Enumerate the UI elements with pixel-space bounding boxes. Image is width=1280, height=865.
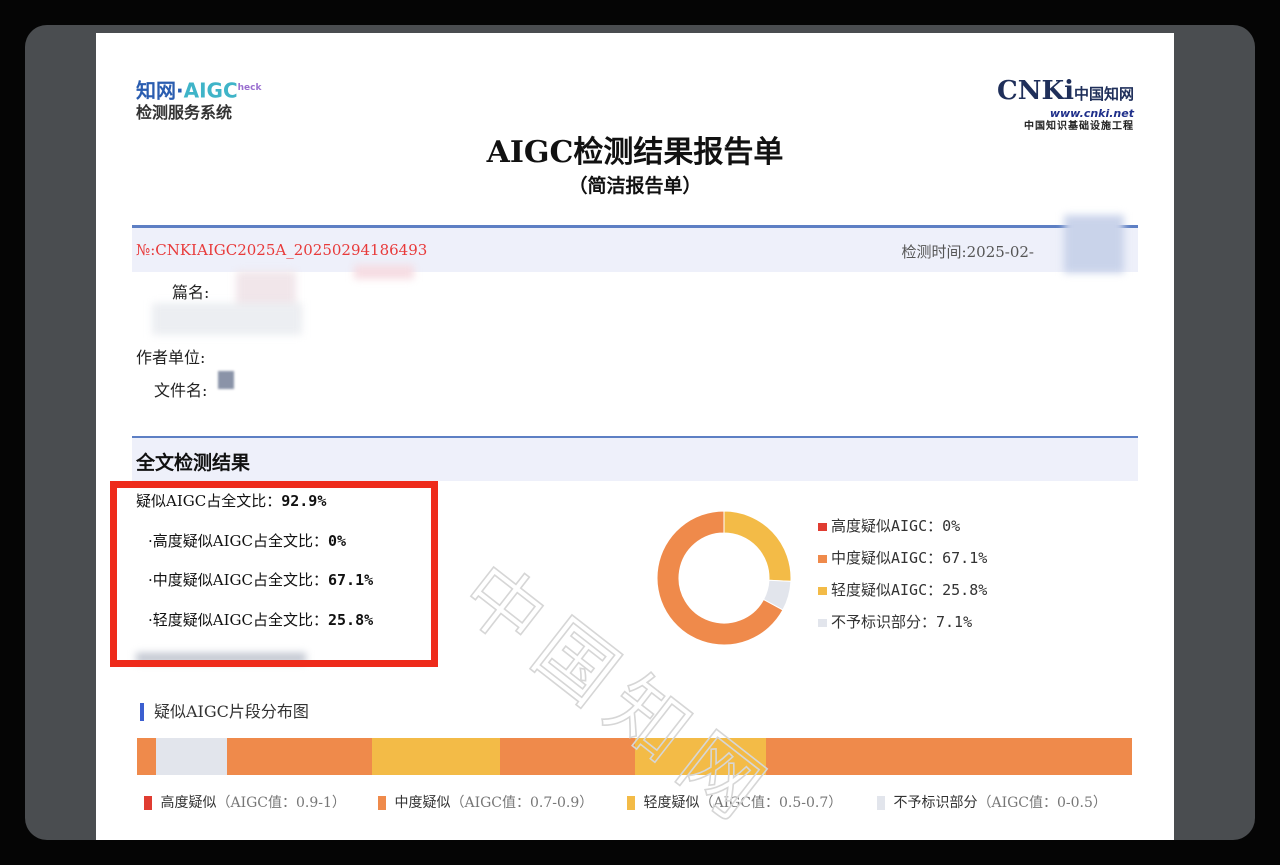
redacted-title-line2 (152, 303, 302, 335)
logo-check-text: heck (237, 83, 262, 93)
cnki-logo-mark: CNKi (997, 76, 1074, 106)
check-time: 检测时间:2025-02- (901, 243, 1034, 261)
legend-swatch-mid (818, 554, 827, 563)
bar-legend-range: （AIGC值：0.9-1） (216, 795, 346, 811)
legend-item-high: 高度疑似AIGC：0% (818, 515, 960, 536)
distribution-segment (227, 738, 372, 775)
bar-legend-name: 中度疑似 (394, 795, 451, 811)
legend-label-mid: 中度疑似AIGC：67.1% (831, 549, 988, 567)
bar-legend-swatch (877, 796, 885, 810)
report-title: AIGC检测结果报告单 (486, 135, 784, 170)
distribution-bar (137, 738, 1133, 775)
redacted-file-name (218, 371, 234, 389)
bar-legend-name: 不予标识部分 (893, 795, 978, 811)
bar-legend-swatch (627, 796, 635, 810)
legend-label-none: 不予标识部分：7.1% (831, 613, 973, 631)
bar-legend-low: 轻度疑似（AIGC值：0.5-0.7） (627, 792, 842, 812)
logo-aigc-text: AIGC (183, 78, 238, 103)
bar-legend-swatch (144, 796, 152, 810)
distribution-segment (766, 738, 1132, 775)
distribution-segment (500, 738, 635, 775)
file-name-label: 文件名: (154, 381, 208, 400)
legend-item-low: 轻度疑似AIGC：25.8% (818, 579, 987, 600)
distribution-segment (156, 738, 227, 775)
legend-swatch-none (818, 618, 827, 627)
section-title: 全文检测结果 (136, 452, 251, 474)
redacted-time (1064, 215, 1124, 273)
title-label: 篇名: (172, 283, 210, 302)
logo-text: 知网· (136, 78, 184, 103)
distribution-title: 疑似AIGC片段分布图 (140, 703, 309, 721)
cnki-logo-cn: 中国知网 (1073, 85, 1134, 103)
aigc-check-logo: 知网·AIGCheck 检测服务系统 (136, 77, 261, 124)
legend-item-mid: 中度疑似AIGC：67.1% (818, 547, 987, 568)
bar-legend-high: 高度疑似（AIGC值：0.9-1） (144, 792, 346, 812)
distribution-segment (635, 738, 766, 775)
report-info-band: №:CNKIAIGC2025A_20250294186493 检测时间:2025… (132, 225, 1138, 272)
legend-label-low: 轻度疑似AIGC：25.8% (831, 581, 988, 599)
report-subtitle: （简洁报告单） (568, 175, 702, 197)
donut-slice-2 (723, 510, 792, 582)
legend-item-none: 不予标识部分：7.1% (818, 611, 972, 632)
bar-legend-none: 不予标识部分（AIGC值：0-0.5） (877, 792, 1107, 812)
bar-legend-name: 轻度疑似 (643, 795, 700, 811)
bar-legend-swatch (378, 796, 386, 810)
cnki-logo: CNKi中国知网 www.cnki.net 中国知识基础设施工程 (997, 77, 1134, 133)
distribution-segment (137, 738, 156, 775)
bar-legend-range: （AIGC值：0.7-0.9） (450, 795, 594, 811)
aigc-donut-chart (656, 510, 792, 646)
cnki-logo-url: www.cnki.net (1049, 107, 1134, 120)
distribution-segment (372, 738, 500, 775)
bar-legend-range: （AIGC值：0-0.5） (977, 795, 1107, 811)
legend-swatch-high (818, 522, 827, 531)
bar-legend-mid: 中度疑似（AIGC值：0.7-0.9） (378, 792, 593, 812)
red-highlight-box (110, 481, 438, 667)
legend-label-high: 高度疑似AIGC：0% (831, 517, 961, 535)
full-text-result-header: 全文检测结果 (132, 436, 1138, 481)
bar-legend-range: （AIGC值：0.5-0.7） (699, 795, 843, 811)
bar-legend-name: 高度疑似 (160, 795, 217, 811)
report-page: 知网·AIGCheck 检测服务系统 CNKi中国知网 www.cnki.net… (96, 33, 1174, 840)
redacted-title-mark (354, 265, 414, 279)
report-number: №:CNKIAIGC2025A_20250294186493 (136, 241, 428, 259)
logo-subtitle: 检测服务系统 (136, 102, 233, 122)
author-unit-label: 作者单位: (136, 348, 206, 367)
legend-swatch-low (818, 586, 827, 595)
